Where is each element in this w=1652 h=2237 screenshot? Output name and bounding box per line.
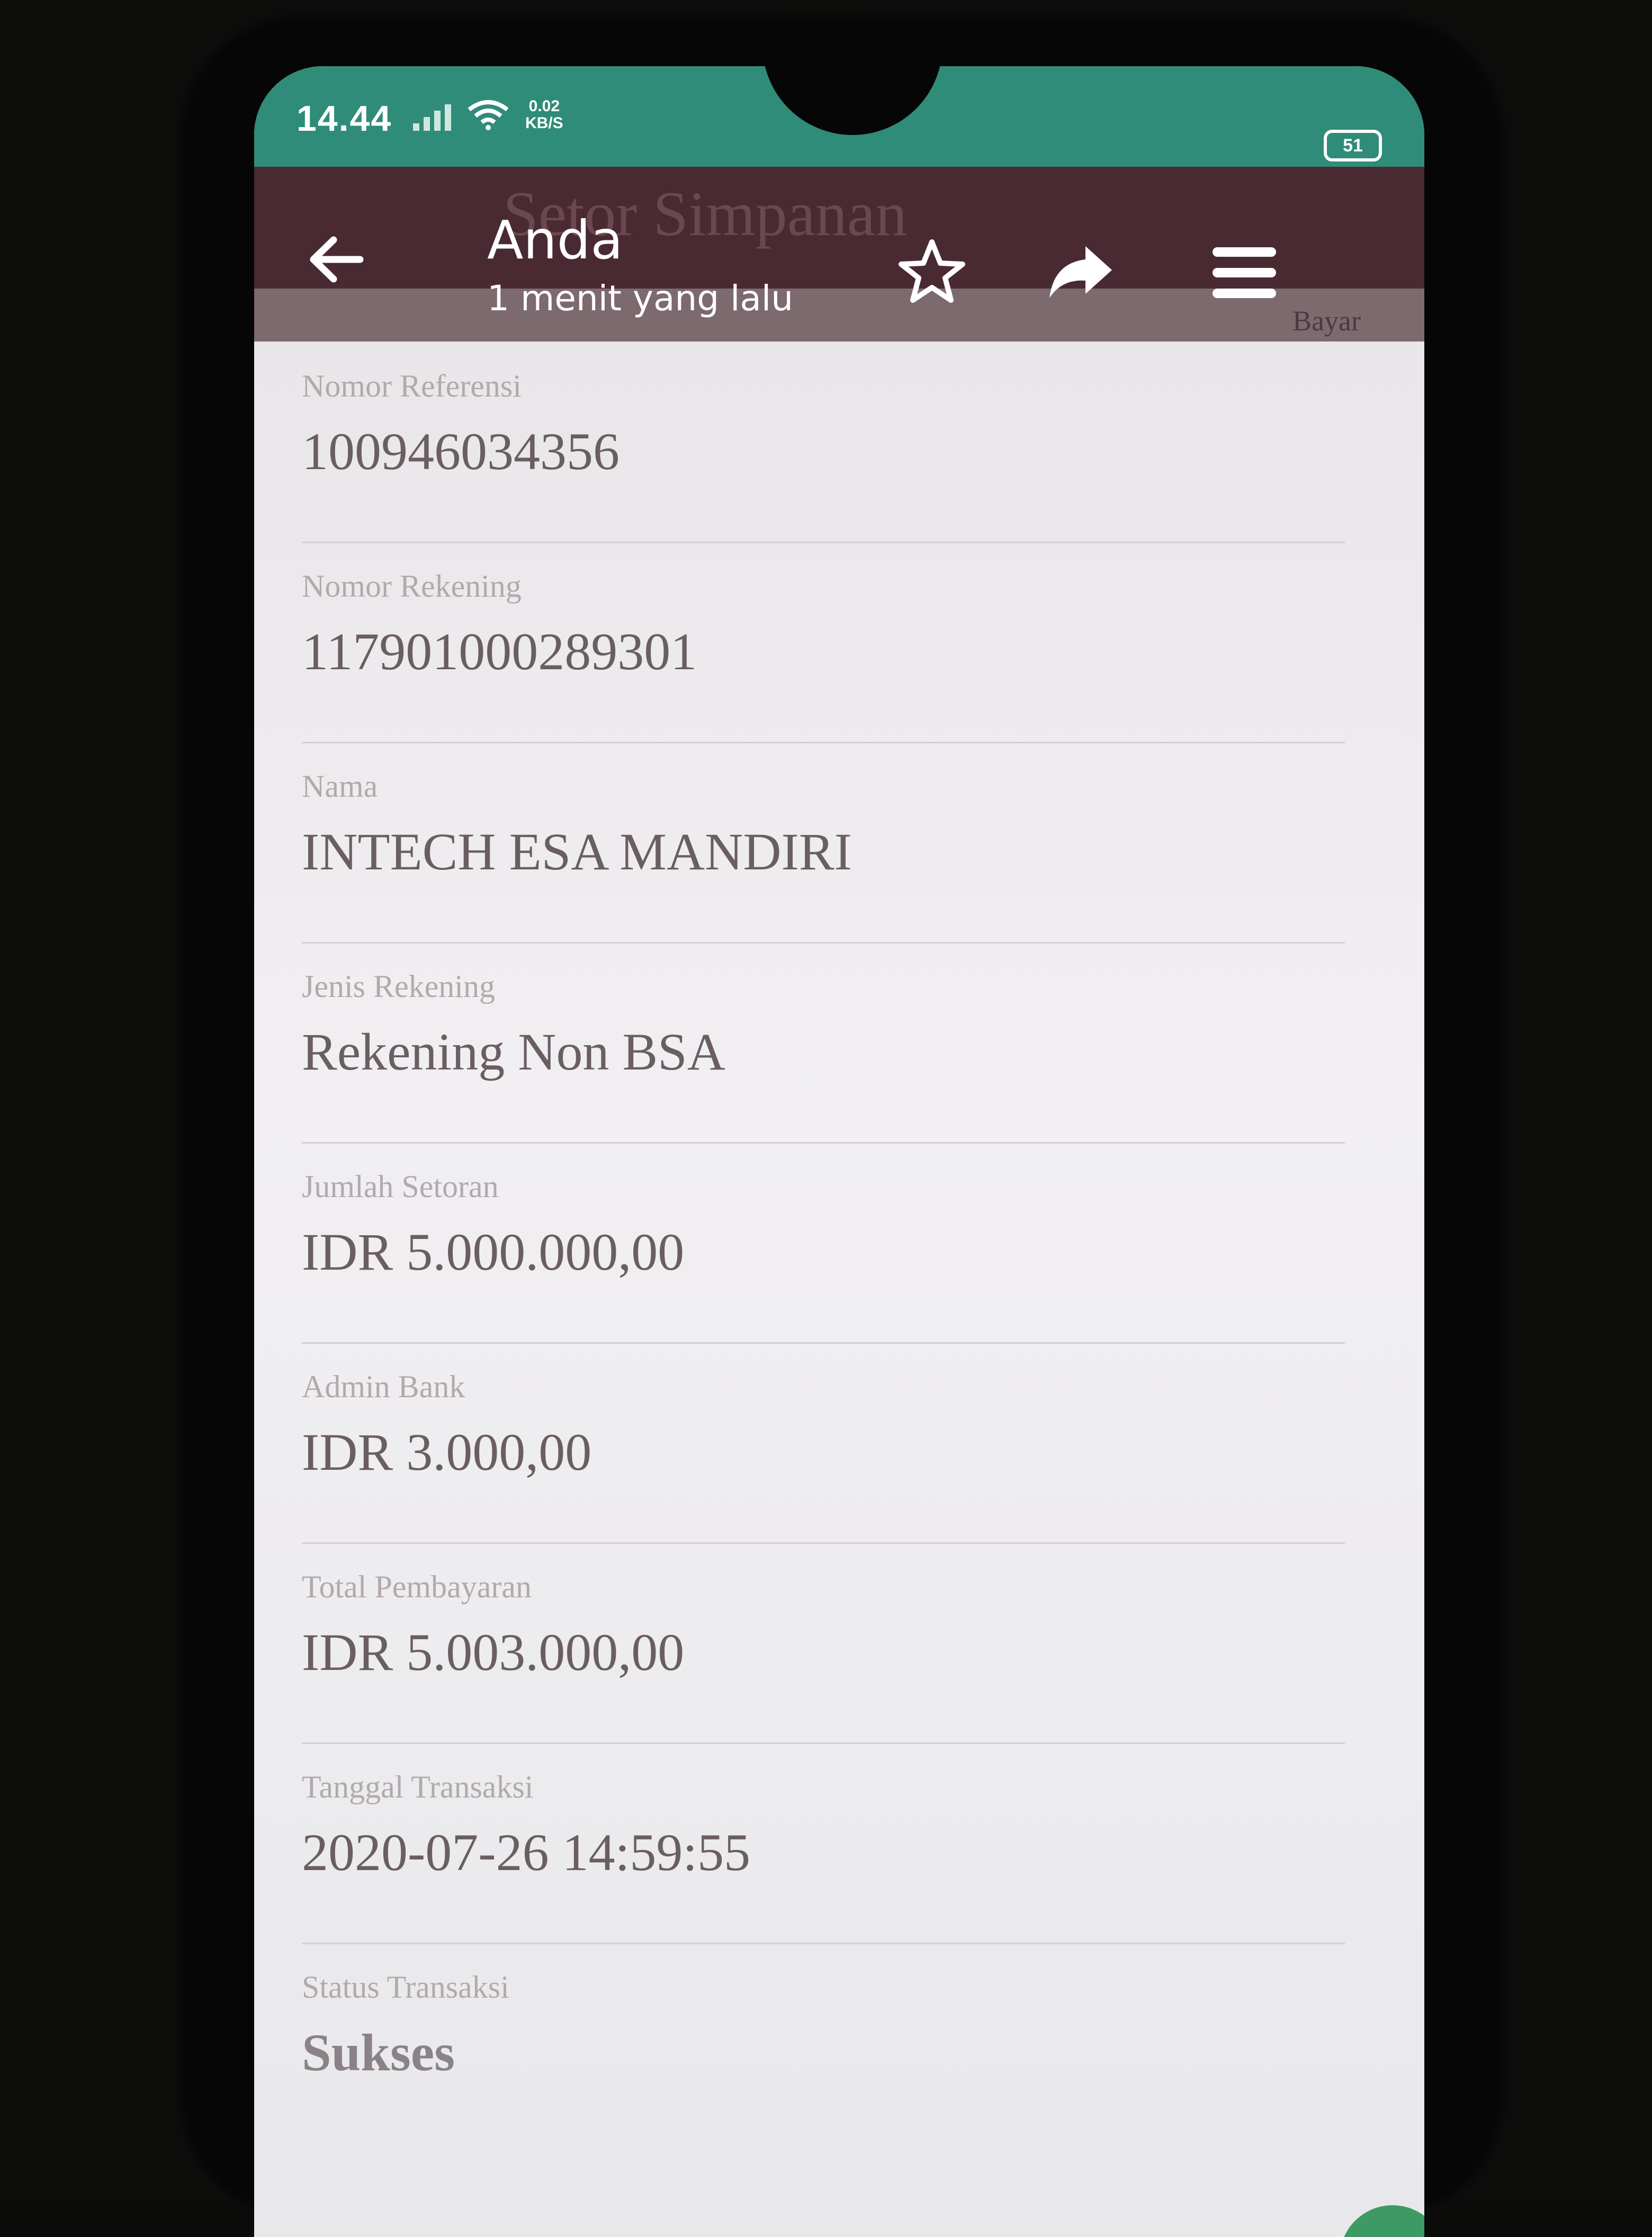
status-time: 14.44 xyxy=(297,98,392,139)
field-name: Nama INTECH ESA MANDIRI xyxy=(302,742,1345,944)
menu-icon xyxy=(1213,247,1276,298)
field-label: Status Transaksi xyxy=(302,1970,509,2005)
star-icon xyxy=(899,239,965,303)
share-icon xyxy=(1049,246,1112,298)
field-value: Rekening Non BSA xyxy=(302,1022,725,1081)
star-button[interactable] xyxy=(895,236,969,310)
status-value: Sukses xyxy=(302,2023,455,2082)
field-transaction-status: Status Transaksi Sukses xyxy=(302,1943,1345,2143)
chat-title: Anda xyxy=(487,209,623,271)
field-value: 117901000289301 xyxy=(302,622,697,681)
field-account-type: Jenis Rekening Rekening Non BSA xyxy=(302,942,1345,1144)
field-value: IDR 5.003.000,00 xyxy=(302,1623,685,1682)
back-button[interactable] xyxy=(302,225,371,294)
status-bar: 14.44 0.02 KB/S 51 xyxy=(254,66,1424,172)
transaction-receipt: Nomor Referensi 100946034356 Nomor Reken… xyxy=(254,342,1424,2237)
field-label: Jumlah Setoran xyxy=(302,1169,499,1204)
field-label: Nomor Referensi xyxy=(302,369,522,403)
menu-button[interactable] xyxy=(1207,236,1281,310)
field-reference-number: Nomor Referensi 100946034356 xyxy=(302,342,1345,543)
field-deposit-amount: Jumlah Setoran IDR 5.000.000,00 xyxy=(302,1142,1345,1344)
signal-icon xyxy=(413,99,451,131)
field-label: Total Pembayaran xyxy=(302,1569,532,1604)
chat-subtitle: 1 menit yang lalu xyxy=(487,278,794,319)
field-value: 100946034356 xyxy=(302,422,620,481)
network-speed: 0.02 KB/S xyxy=(525,98,563,132)
field-value: IDR 3.000,00 xyxy=(302,1423,592,1481)
field-label: Nomor Rekening xyxy=(302,569,522,604)
step-label: Bayar xyxy=(1292,305,1361,337)
arrow-left-icon xyxy=(310,236,364,283)
wifi-icon xyxy=(468,100,509,130)
forward-button[interactable] xyxy=(1043,236,1117,310)
field-admin-fee: Admin Bank IDR 3.000,00 xyxy=(302,1342,1345,1544)
status-icons: 0.02 KB/S xyxy=(413,98,563,132)
field-value: IDR 5.000.000,00 xyxy=(302,1223,685,1281)
field-label: Admin Bank xyxy=(302,1369,465,1404)
camera-notch xyxy=(762,66,942,135)
field-label: Tanggal Transaksi xyxy=(302,1769,534,1804)
field-label: Nama xyxy=(302,769,378,804)
field-value: 2020-07-26 14:59:55 xyxy=(302,1823,751,1882)
network-speed-value: 0.02 xyxy=(528,97,560,115)
app-header: Setor Simpanan Bayar Anda 1 menit yang l… xyxy=(254,167,1424,342)
field-total-payment: Total Pembayaran IDR 5.003.000,00 xyxy=(302,1542,1345,1744)
field-account-number: Nomor Rekening 117901000289301 xyxy=(302,542,1345,743)
floating-action-button[interactable] xyxy=(1340,2205,1424,2237)
field-transaction-date: Tanggal Transaksi 2020-07-26 14:59:55 xyxy=(302,1742,1345,1944)
phone-screen: 14.44 0.02 KB/S 51 Setor Simpanan Bayar … xyxy=(254,66,1424,2237)
battery-level: 51 xyxy=(1343,135,1363,156)
field-label: Jenis Rekening xyxy=(302,969,495,1004)
field-value: INTECH ESA MANDIRI xyxy=(302,822,852,881)
network-speed-unit: KB/S xyxy=(525,114,563,132)
battery-icon: 51 xyxy=(1324,130,1382,161)
